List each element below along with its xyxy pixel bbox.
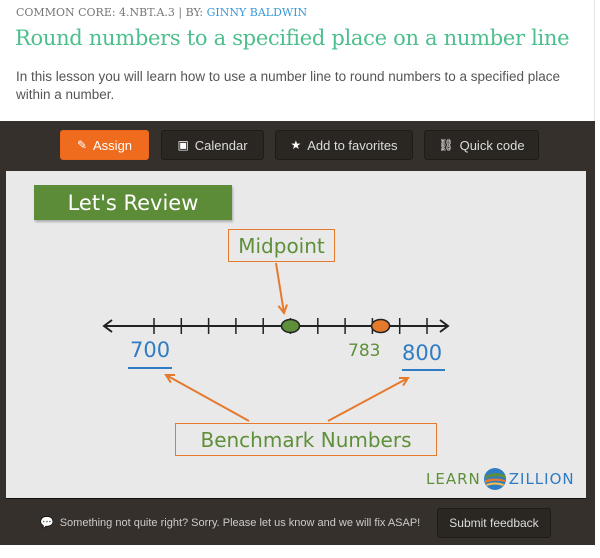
benchmark-700: 700 [130,338,171,362]
number-line-drawing [102,262,450,422]
learnzillion-logo: LEARN ZILLION [426,467,575,491]
feedback-message: 💬 Something not quite right? Sorry. Plea… [40,516,421,530]
toolbar: ✎ Assign ▣ Calendar ★ Add to favorites ⛓… [0,130,595,162]
feedback-bar: 💬 Something not quite right? Sorry. Plea… [0,506,595,540]
quick-code-button[interactable]: ⛓ Quick code [424,130,539,160]
add-to-favorites-button[interactable]: ★ Add to favorites [275,130,413,160]
value-783: 783 [348,341,381,361]
assign-button[interactable]: ✎ Assign [60,130,149,160]
lesson-player: ✎ Assign ▣ Calendar ★ Add to favorites ⛓… [0,121,595,545]
logo-zillion: ZILLION [508,470,575,488]
speech-bubble-icon: 💬 [40,517,54,529]
number-line [102,318,450,334]
pencil-icon: ✎ [76,138,88,152]
calendar-button[interactable]: ▣ Calendar [161,130,264,160]
divider [594,0,595,121]
lesson-slide[interactable]: Let's Review Midpoint Benchmark Numbers … [6,171,586,499]
page-title: Round numbers to a specified place on a … [15,26,570,50]
author-link[interactable]: GINNY BALDWIN [207,6,308,19]
assign-label: Assign [93,137,133,153]
benchmark-800: 800 [402,341,443,365]
favorites-label: Add to favorites [307,137,398,153]
benchmark-arrow-right [327,377,409,422]
logo-learn: LEARN [426,470,481,488]
midpoint-dot [280,318,301,334]
underline-800 [402,369,445,371]
benchmark-arrow-left [165,374,250,422]
star-icon: ★ [290,138,302,152]
submit-feedback-button[interactable]: Submit feedback [437,508,551,538]
quick-code-label: Quick code [459,137,525,153]
midpoint-arrow [275,262,285,314]
globe-icon [483,468,506,490]
calendar-label: Calendar [194,137,248,153]
underline-700 [128,367,172,369]
value-dot [370,318,391,334]
link-icon: ⛓ [438,138,454,152]
lesson-meta: COMMON CORE: 4.NBT.A.3 | BY: GINNY BALDW… [16,6,307,19]
feedback-text: Something not quite right? Sorry. Please… [59,516,421,529]
calendar-icon: ▣ [177,138,189,152]
lesson-description: In this lesson you will learn how to use… [16,69,561,102]
standard-code: COMMON CORE: 4.NBT.A.3 | BY: [16,6,207,19]
